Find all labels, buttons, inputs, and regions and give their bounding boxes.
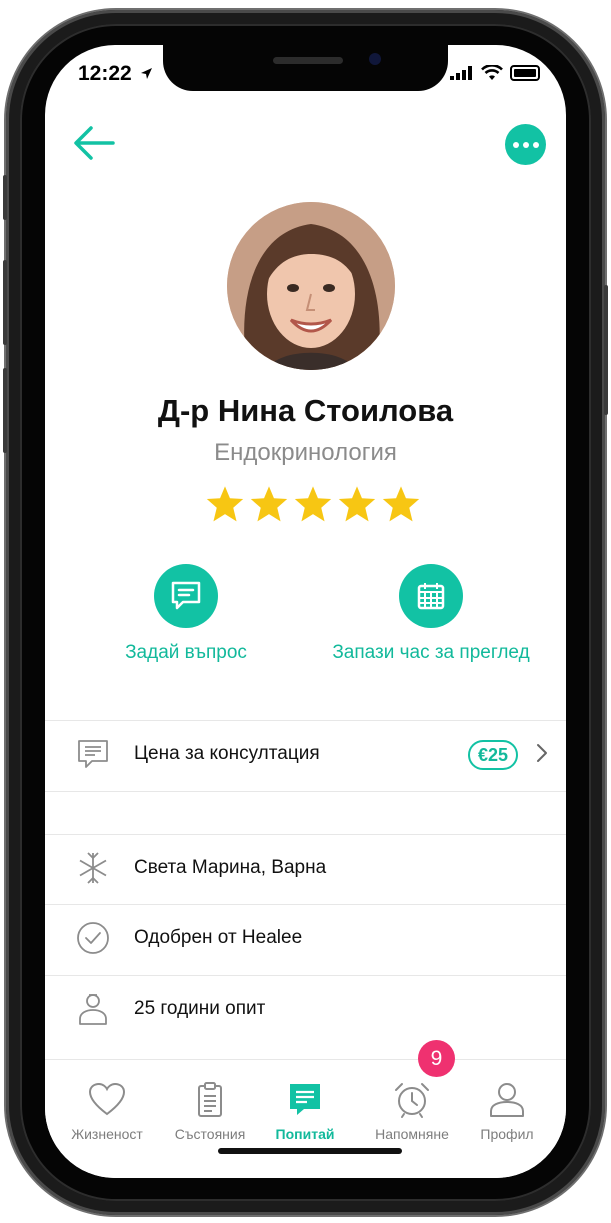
- heart-icon: [88, 1082, 126, 1116]
- consultation-price-row[interactable]: Цена за консултация €25: [45, 721, 566, 787]
- star-icon: [250, 486, 288, 522]
- tab-vitality-label: Жизненост: [71, 1126, 143, 1142]
- status-time: 12:22: [78, 62, 153, 86]
- tab-conditions-label: Състояния: [174, 1126, 246, 1142]
- calendar-icon: [417, 583, 445, 610]
- home-indicator[interactable]: [218, 1148, 402, 1154]
- ask-question-button[interactable]: Задай въпрос: [111, 564, 261, 664]
- chat-icon: [171, 581, 201, 610]
- message-icon: [78, 740, 108, 768]
- more-dots-icon: [522, 141, 529, 148]
- doctor-photo: [227, 202, 395, 370]
- tab-profile[interactable]: Профил: [452, 1080, 562, 1142]
- location-label: Света Марина, Варна: [134, 857, 327, 878]
- power-button: [604, 285, 608, 415]
- notch: [163, 45, 448, 91]
- tab-vitality[interactable]: Жизненост: [52, 1080, 162, 1142]
- battery-icon: [510, 65, 540, 81]
- tab-reminders-label: Напомняне: [375, 1126, 449, 1142]
- experience-label: 25 години опит: [134, 998, 266, 1019]
- chevron-right-icon: [537, 744, 547, 762]
- asterisk-icon: [79, 852, 107, 884]
- chat-icon: [290, 1084, 320, 1115]
- clipboard-icon: [198, 1082, 222, 1117]
- volume-up-button: [3, 260, 7, 345]
- profile-icon: [490, 1083, 524, 1117]
- location-row: Света Марина, Варна: [45, 835, 566, 901]
- status-time-text: 12:22: [78, 62, 132, 85]
- tab-conditions[interactable]: Състояния: [155, 1080, 265, 1142]
- wifi-icon: [481, 65, 503, 80]
- arrow-left-icon: [74, 126, 115, 160]
- check-circle-icon: [77, 922, 109, 954]
- mute-switch: [3, 175, 7, 220]
- person-icon: [79, 994, 107, 1025]
- tab-ask-label: Попитай: [275, 1126, 335, 1142]
- tab-reminders[interactable]: Напомняне: [357, 1080, 467, 1142]
- more-dots-icon: [512, 141, 519, 148]
- divider: [45, 791, 566, 792]
- back-button[interactable]: [71, 123, 117, 163]
- camera: [369, 53, 381, 65]
- screen: 12:22 Д-р Нина Стоилова Ендокринология З…: [45, 45, 566, 1178]
- alarm-icon: [395, 1083, 429, 1118]
- approved-label: Одобрен от Healee: [134, 927, 303, 948]
- approved-row: Одобрен от Healee: [45, 905, 566, 971]
- doctor-name: Д-р Нина Стоилова: [157, 393, 454, 428]
- volume-down-button: [3, 368, 7, 453]
- reminders-badge: 9: [418, 1040, 455, 1077]
- tab-ask[interactable]: Попитай: [250, 1080, 360, 1142]
- doctor-avatar: [227, 202, 395, 370]
- doctor-specialty: Ендокринология: [214, 439, 397, 466]
- book-appointment-button[interactable]: Запази час за преглед: [316, 564, 546, 664]
- rating-stars: [205, 485, 421, 523]
- status-icons: [450, 65, 540, 81]
- experience-row: 25 години опит: [45, 976, 566, 1042]
- tab-profile-label: Профил: [480, 1126, 534, 1142]
- location-arrow-icon: [140, 68, 152, 79]
- book-appointment-label: Запази час за преглед: [332, 642, 530, 663]
- more-dots-icon: [532, 141, 539, 148]
- ask-question-label: Задай въпрос: [125, 642, 247, 663]
- more-options-button[interactable]: [505, 124, 546, 165]
- ask-question-icon-circle: [154, 564, 218, 628]
- price-badge: €25: [468, 740, 519, 770]
- book-appointment-icon-circle: [399, 564, 463, 628]
- star-icon: [206, 486, 244, 522]
- signal-icon: [450, 66, 472, 80]
- star-icon: [382, 486, 420, 522]
- star-icon: [338, 486, 376, 522]
- star-icon: [294, 486, 332, 522]
- speaker: [273, 57, 343, 64]
- consultation-price-label: Цена за консултация: [134, 743, 320, 764]
- tab-bar: Жизненост Състояния Попитай Напомняне Пр…: [45, 1060, 566, 1178]
